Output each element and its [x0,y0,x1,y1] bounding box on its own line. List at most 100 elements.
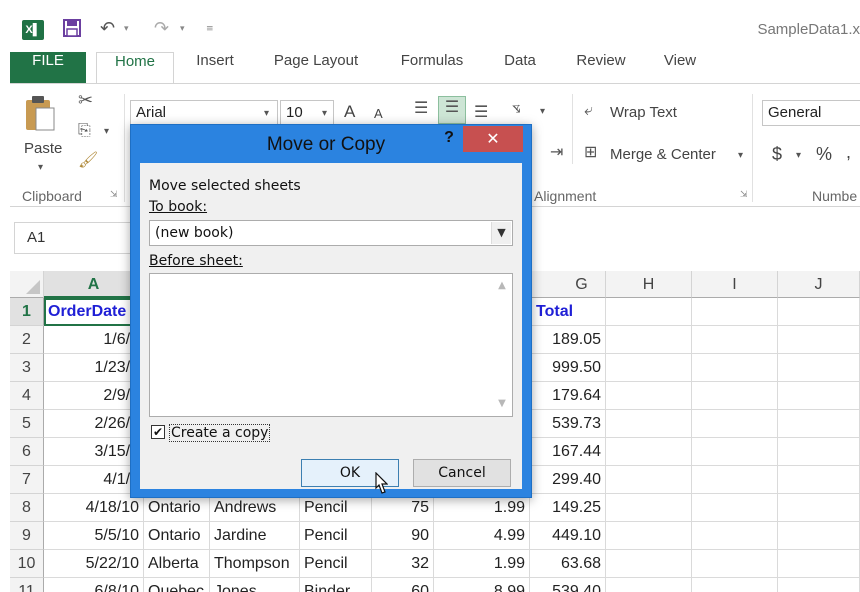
table-cell-empty[interactable] [606,354,692,382]
row-header[interactable]: 10 [10,550,44,578]
table-cell[interactable]: 32 [372,550,434,578]
table-cell-empty[interactable] [778,466,860,494]
align-middle-icon[interactable]: ☰ [438,96,466,124]
name-box[interactable]: A1 [14,222,134,254]
table-cell-empty[interactable] [692,438,778,466]
orientation-icon[interactable]: ⦪ [512,98,520,116]
table-cell[interactable]: Ontario [144,522,210,550]
tab-home[interactable]: Home [96,52,174,84]
row-header[interactable]: 9 [10,522,44,550]
table-cell-empty[interactable] [606,466,692,494]
paste-label[interactable]: Paste [24,140,62,157]
table-cell[interactable]: 2/26/1 [44,410,144,438]
increase-indent-icon[interactable]: ⇥ [550,142,563,161]
scroll-down-icon[interactable]: ▼ [496,398,508,410]
copy-dropdown-icon[interactable]: ▾ [104,126,109,137]
scroll-up-icon[interactable]: ▲ [496,280,508,292]
font-size-dropdown-icon[interactable]: ▾ [322,108,327,119]
table-cell-empty[interactable] [778,494,860,522]
table-cell-empty[interactable] [778,550,860,578]
merge-center-icon[interactable]: ⊞ [584,142,597,161]
number-format-select[interactable]: General [762,100,860,126]
create-copy-label[interactable]: Create a copy [169,424,271,442]
table-cell-empty[interactable] [606,494,692,522]
row-header[interactable]: 1 [10,298,44,326]
tab-insert[interactable]: Insert [186,52,244,83]
table-cell[interactable]: 4/1/1 [44,466,144,494]
column-header-g[interactable]: G [530,271,606,298]
merge-center-dropdown-icon[interactable]: ▾ [738,150,743,161]
table-cell-empty[interactable] [606,438,692,466]
tab-view[interactable]: View [656,52,704,83]
orientation-dropdown-icon[interactable]: ▾ [540,106,545,117]
table-cell[interactable]: 189.05 [530,326,606,354]
tab-page-layout[interactable]: Page Layout [266,52,366,83]
table-cell-empty[interactable] [692,326,778,354]
table-cell-empty[interactable] [606,522,692,550]
wrap-text-icon[interactable]: ⤶ [584,100,593,120]
table-cell[interactable]: 8.99 [434,578,530,592]
table-cell-empty[interactable] [778,410,860,438]
table-cell[interactable]: 5/5/10 [44,522,144,550]
before-sheet-list[interactable]: ▲ ▼ [149,273,513,417]
table-cell[interactable]: 63.68 [530,550,606,578]
table-cell-empty[interactable] [692,382,778,410]
table-cell[interactable]: OrderDate [44,298,144,326]
table-cell[interactable]: Pencil [300,494,372,522]
table-cell[interactable]: Pencil [300,522,372,550]
column-header-i[interactable]: I [692,271,778,298]
table-cell-empty[interactable] [606,382,692,410]
table-cell[interactable]: 4/18/10 [44,494,144,522]
table-cell[interactable]: 999.50 [530,354,606,382]
table-cell-empty[interactable] [778,382,860,410]
table-cell-empty[interactable] [692,494,778,522]
comma-button[interactable]: , [846,142,851,163]
table-cell-empty[interactable] [606,578,692,592]
table-cell[interactable]: 3/15/1 [44,438,144,466]
select-all-corner[interactable] [10,271,44,298]
grow-font-button[interactable]: A [344,102,355,122]
table-cell[interactable]: 539.73 [530,410,606,438]
table-cell-empty[interactable] [778,298,860,326]
table-cell[interactable]: Andrews [210,494,300,522]
table-cell[interactable]: 149.25 [530,494,606,522]
currency-dropdown-icon[interactable]: ▾ [796,150,801,161]
alignment-launcher-icon[interactable]: ⇲ [740,190,748,200]
paste-icon[interactable] [24,94,58,138]
column-header-a[interactable]: A [44,271,144,298]
font-name-dropdown-icon[interactable]: ▾ [264,108,269,119]
table-cell[interactable]: 6/8/10 [44,578,144,592]
to-book-select[interactable]: (new book) ▼ [149,220,513,246]
table-cell[interactable]: 60 [372,578,434,592]
column-header-h[interactable]: H [606,271,692,298]
table-cell-empty[interactable] [692,522,778,550]
percent-button[interactable]: % [816,144,832,165]
table-cell-empty[interactable] [606,298,692,326]
table-cell[interactable]: 179.64 [530,382,606,410]
table-cell-empty[interactable] [778,326,860,354]
tab-data[interactable]: Data [498,52,542,83]
chevron-down-icon[interactable]: ▼ [491,222,511,244]
cancel-button[interactable]: Cancel [413,459,511,487]
table-cell-empty[interactable] [606,326,692,354]
table-cell[interactable]: 299.40 [530,466,606,494]
undo-icon[interactable]: ↶ [100,18,115,39]
table-cell-empty[interactable] [778,578,860,592]
table-cell[interactable]: 1.99 [434,494,530,522]
align-bottom-icon[interactable]: ☰ [474,102,488,121]
table-cell-empty[interactable] [692,578,778,592]
table-cell-empty[interactable] [692,466,778,494]
format-painter-icon[interactable]: 🖌 [78,150,98,169]
tab-formulas[interactable]: Formulas [392,52,472,83]
tab-review[interactable]: Review [568,52,634,83]
currency-button[interactable]: $ [772,144,782,165]
row-header[interactable]: 5 [10,410,44,438]
table-cell[interactable]: Jardine [210,522,300,550]
table-cell-empty[interactable] [778,354,860,382]
table-cell[interactable]: 539.40 [530,578,606,592]
table-cell[interactable]: 1/6/1 [44,326,144,354]
help-button[interactable]: ? [439,129,459,151]
paste-dropdown-icon[interactable]: ▾ [38,162,43,173]
align-top-icon[interactable]: ☰ [414,98,428,117]
table-cell[interactable]: Jones [210,578,300,592]
